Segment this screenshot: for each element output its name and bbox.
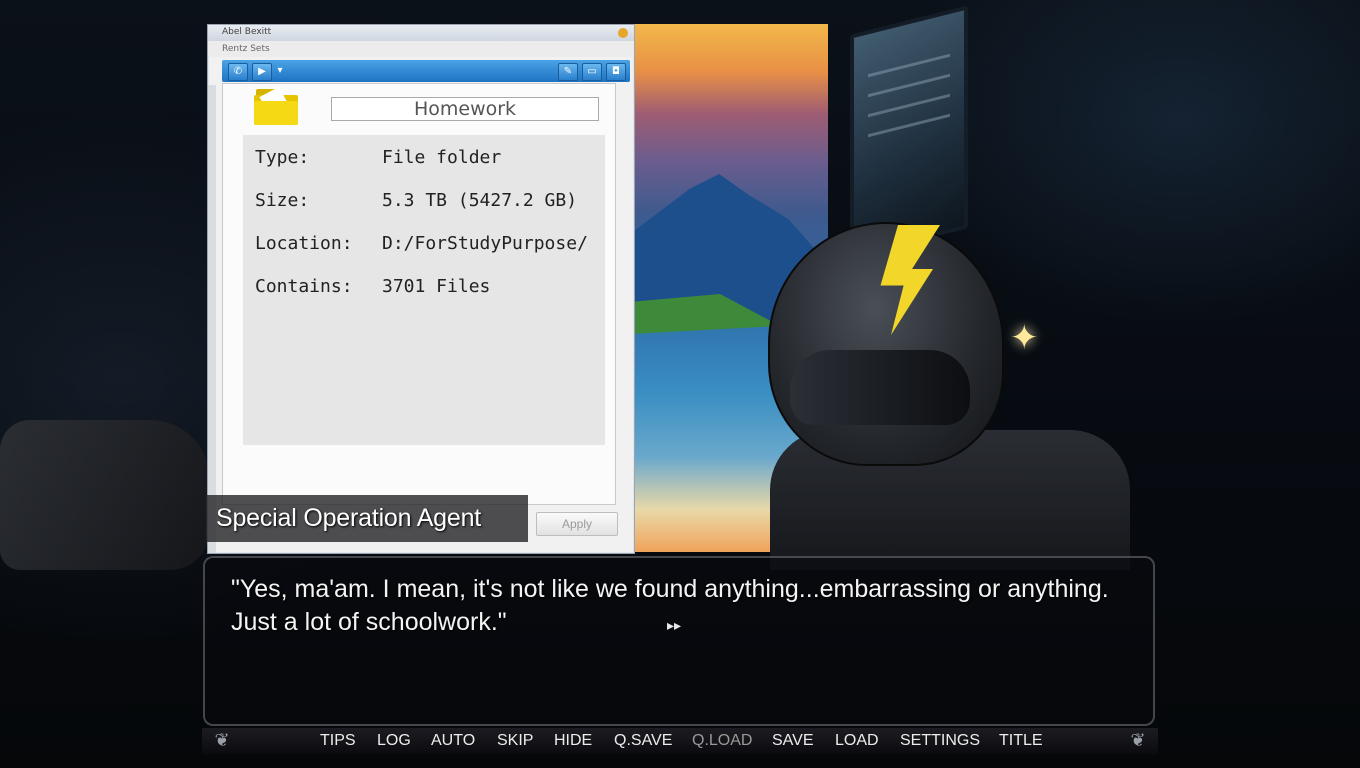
property-row-contains: Contains: 3701 Files — [255, 276, 490, 297]
background-monitor — [850, 5, 968, 258]
ornament-left-icon: ❦ — [214, 730, 230, 751]
window-side-strip — [208, 85, 216, 553]
window-title: Abel Bexitt — [222, 27, 272, 37]
folder-name-input[interactable] — [331, 97, 599, 121]
quick-menu-qsave[interactable]: Q.SAVE — [614, 732, 672, 750]
quick-menu-settings[interactable]: SETTINGS — [900, 732, 980, 750]
quick-menu-auto[interactable]: AUTO — [431, 732, 475, 750]
info-icon[interactable]: ◘ — [606, 63, 626, 81]
phone-icon[interactable]: ✆ — [228, 63, 248, 81]
play-icon[interactable]: ▶ — [252, 63, 272, 81]
property-value: File folder — [382, 147, 502, 168]
property-key: Size: — [255, 190, 310, 211]
property-row-location: Location: D:/ForStudyPurpose/ — [255, 233, 588, 254]
quick-menu-title[interactable]: TITLE — [999, 732, 1043, 750]
apply-button[interactable]: Apply — [536, 512, 618, 536]
property-row-type: Type: File folder — [255, 147, 501, 168]
window-subtitle: Rentz Sets — [222, 44, 270, 54]
continue-indicator-icon: ▸▸ — [667, 618, 682, 634]
quick-menu-hide[interactable]: HIDE — [554, 732, 592, 750]
pencil-icon[interactable]: ✎ — [558, 63, 578, 81]
dropdown-icon[interactable]: ▾ — [274, 63, 286, 79]
quick-menu-load[interactable]: LOAD — [835, 732, 879, 750]
ornament-right-icon: ❦ — [1130, 730, 1146, 751]
folder-icon — [254, 86, 300, 125]
quick-menu-skip[interactable]: SKIP — [497, 732, 533, 750]
window-subtitle-bar: Rentz Sets — [208, 41, 634, 57]
agent-helmet — [768, 222, 1004, 466]
helmet-visor — [790, 350, 970, 425]
window-toolbar: ✆ ▶ ▾ ✎ ▭ ◘ — [222, 60, 630, 82]
dialogue-box[interactable]: "Yes, ma'am. I mean, it's not like we fo… — [203, 556, 1155, 726]
quick-menu-tips[interactable]: TIPS — [320, 732, 356, 750]
property-key: Location: — [255, 233, 353, 254]
quick-menu-log[interactable]: LOG — [377, 732, 411, 750]
quick-menu-save[interactable]: SAVE — [772, 732, 814, 750]
quick-menu-bar: ❦ TIPS LOG AUTO SKIP HIDE Q.SAVE Q.LOAD … — [202, 728, 1158, 754]
folder-properties-window: Abel Bexitt Rentz Sets ✆ ▶ ▾ ✎ ▭ ◘ Type:… — [207, 24, 635, 554]
property-value: 5.3 TB (5427.2 GB) — [382, 190, 578, 211]
property-key: Contains: — [255, 276, 353, 297]
property-key: Type: — [255, 147, 310, 168]
speaker-name-box: Special Operation Agent — [206, 495, 528, 542]
property-value: 3701 Files — [382, 276, 491, 297]
comment-icon[interactable]: ▭ — [582, 63, 602, 81]
property-value: D:/ForStudyPurpose/ — [382, 233, 588, 254]
window-title-bar: Abel Bexitt — [208, 25, 634, 41]
property-row-size: Size: 5.3 TB (5427.2 GB) — [255, 190, 577, 211]
sparkle-icon: ✦ — [1010, 318, 1039, 358]
character-arm-left — [0, 420, 210, 570]
quick-menu-qload[interactable]: Q.LOAD — [692, 732, 752, 750]
properties-info-box: Type: File folder Size: 5.3 TB (5427.2 GB)… — [243, 135, 605, 445]
speaker-name: Special Operation Agent — [216, 504, 482, 532]
close-icon[interactable] — [618, 28, 628, 38]
